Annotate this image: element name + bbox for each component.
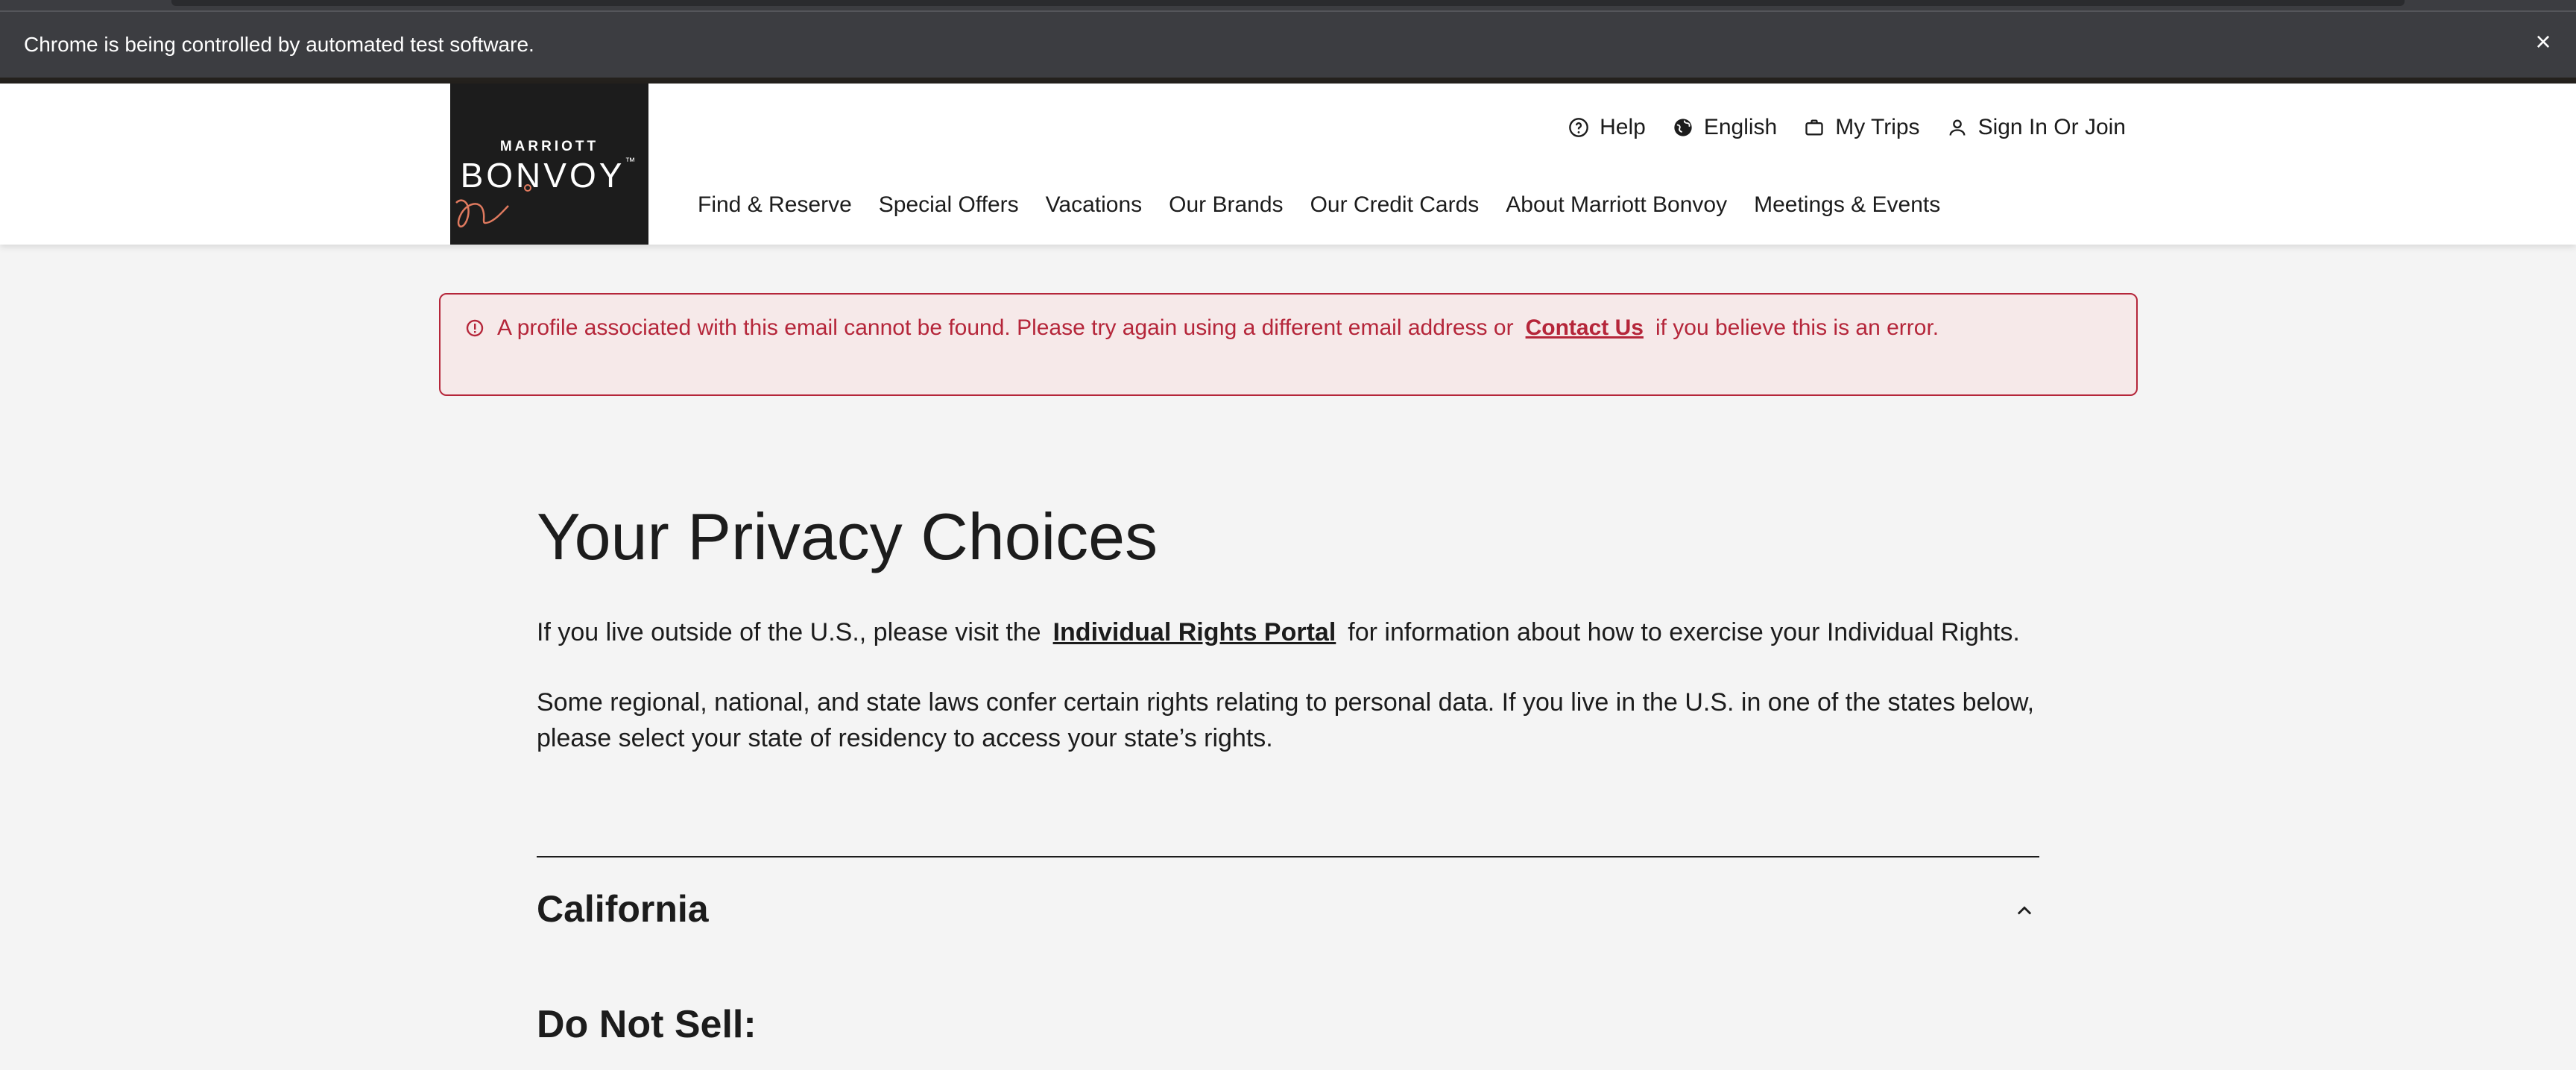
- logo-line-1: MARRIOTT: [499, 139, 599, 154]
- state-laws-paragraph: Some regional, national, and state laws …: [537, 688, 2035, 752]
- intro-text-after: for information about how to exercise yo…: [1348, 618, 2020, 646]
- infobar-close-button[interactable]: ×: [2530, 28, 2557, 55]
- page-title: Your Privacy Choices: [537, 500, 1158, 573]
- site-header: MARRIOTT BONVOY™ Help English My Trips S…: [0, 84, 2576, 245]
- error-alert: A profile associated with this email can…: [439, 293, 2138, 396]
- individual-rights-portal-link[interactable]: Individual Rights Portal: [1053, 618, 1336, 646]
- nav-special-offers[interactable]: Special Offers: [879, 192, 1019, 218]
- my-trips-label: My Trips: [1835, 115, 1920, 139]
- automation-message: Chrome is being controlled by automated …: [24, 33, 534, 56]
- help-circle-icon: [1569, 118, 1588, 137]
- utility-nav: Help English My Trips Sign In Or Join: [1568, 115, 2126, 140]
- suitcase-icon: [1805, 119, 1823, 136]
- tab-strip-edge: [171, 0, 2405, 6]
- contact-us-link[interactable]: Contact Us: [1526, 315, 1644, 341]
- infobar-bottom-border: [0, 78, 2576, 84]
- accordion-title: California: [537, 888, 709, 930]
- language-label: English: [1703, 115, 1778, 139]
- infobar-divider: [0, 10, 2576, 12]
- error-alert-message: A profile associated with this email can…: [466, 315, 1939, 341]
- nav-our-brands[interactable]: Our Brands: [1169, 192, 1283, 218]
- help-label: Help: [1600, 115, 1646, 139]
- automation-infobar: Chrome is being controlled by automated …: [0, 0, 2576, 84]
- privacy-choices-content: Your Privacy Choices If you live outside…: [537, 492, 2039, 756]
- info-circle-icon: [466, 319, 484, 337]
- do-not-sell-heading: Do Not Sell:: [537, 1003, 757, 1046]
- my-trips-link[interactable]: My Trips: [1804, 115, 1920, 140]
- error-text-after: if you believe this is an error.: [1655, 315, 1939, 340]
- california-accordion[interactable]: California: [537, 856, 2039, 962]
- logo-swoosh-icon: [455, 184, 531, 228]
- nav-credit-cards[interactable]: Our Credit Cards: [1310, 192, 1480, 218]
- nav-meetings-events[interactable]: Meetings & Events: [1754, 192, 1940, 218]
- nav-find-reserve[interactable]: Find & Reserve: [698, 192, 852, 218]
- sign-in-label: Sign In Or Join: [1977, 115, 2126, 139]
- nav-vacations[interactable]: Vacations: [1046, 192, 1143, 218]
- main-nav: Find & Reserve Special Offers Vacations …: [698, 192, 1940, 218]
- user-icon: [1949, 119, 1966, 136]
- marriott-bonvoy-logo[interactable]: MARRIOTT BONVOY™: [450, 84, 648, 245]
- intro-paragraph: If you live outside of the U.S., please …: [537, 614, 2039, 650]
- error-text-before: A profile associated with this email can…: [497, 315, 1514, 340]
- language-selector[interactable]: English: [1673, 115, 1777, 140]
- sign-in-link[interactable]: Sign In Or Join: [1947, 115, 2126, 140]
- chevron-up-icon[interactable]: [2014, 901, 2035, 922]
- globe-icon: [1674, 119, 1692, 136]
- help-link[interactable]: Help: [1568, 115, 1646, 140]
- intro-text-before: If you live outside of the U.S., please …: [537, 618, 1041, 646]
- nav-about-bonvoy[interactable]: About Marriott Bonvoy: [1506, 192, 1727, 218]
